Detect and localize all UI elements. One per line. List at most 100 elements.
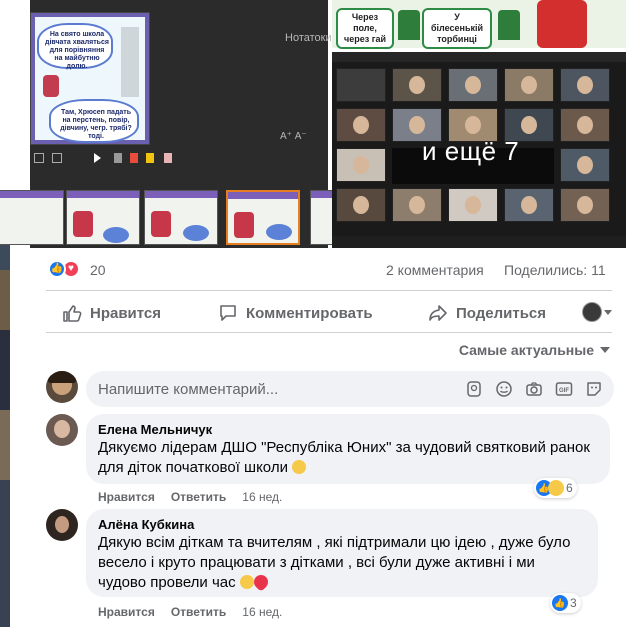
tree-icon: [398, 10, 420, 40]
like-reaction-icon: 👍: [552, 595, 568, 611]
shares-count-link[interactable]: Поделились: 11: [504, 262, 606, 278]
slide-tag-right: У білесенькій торбинці: [422, 8, 492, 49]
reactions-summary: 👍 ♥ 20 2 комментария Поделились: 11: [46, 258, 616, 282]
participant-tile: [504, 188, 554, 222]
participant-tile: [560, 108, 610, 142]
avatar: [582, 302, 602, 322]
post-as-selector[interactable]: [582, 302, 612, 322]
notes-label: Нотатоки: [285, 32, 332, 44]
slide-thumbnail[interactable]: [66, 190, 140, 245]
smiling-emoji-icon: [239, 575, 254, 589]
comment-item: Елена Мельничук Дякуємо лідерам ДШО "Рес…: [46, 414, 616, 506]
comment-meta: Нравится Ответить 16 нед.: [98, 605, 282, 619]
comment-reaction-count: 3: [570, 596, 577, 610]
tree-icon: [498, 10, 520, 40]
participant-tile: [504, 68, 554, 102]
birch-tree: [121, 27, 139, 97]
comment-text: Дякуємо лідерам ДШО "Республіка Юних" за…: [98, 439, 590, 476]
avatar[interactable]: [46, 509, 78, 541]
comment-like-link[interactable]: Нравится: [98, 605, 155, 619]
marker-icon[interactable]: [130, 153, 138, 163]
girl-figure: [43, 75, 59, 97]
caret-down-icon: [600, 347, 610, 353]
participant-tile: [336, 68, 386, 102]
comment-input-box[interactable]: GIF: [86, 371, 614, 407]
comment-text: Дякую всім діткам та вчителям , які підт…: [98, 534, 571, 592]
gif-icon[interactable]: GIF: [554, 379, 574, 399]
comment-reactions[interactable]: 👍 3: [550, 593, 581, 613]
avatar[interactable]: [46, 414, 78, 446]
slide-thumbnail[interactable]: [144, 190, 218, 245]
copy-icon[interactable]: [52, 153, 62, 163]
slide-text-cloud: Там, Хрюсеп падать на перстень, повір, д…: [60, 109, 132, 140]
share-button[interactable]: Поделиться: [428, 298, 546, 328]
slide-text-top: На свято школа дівчата хваляться для пор…: [45, 31, 109, 70]
pen-icon[interactable]: [114, 153, 122, 163]
participant-tile: [336, 188, 386, 222]
slide-thumbnails: [0, 185, 384, 248]
emoji-icon[interactable]: [494, 379, 514, 399]
comment-like-link[interactable]: Нравится: [98, 490, 155, 504]
participant-tile: [560, 148, 610, 182]
slide-cloud-bottom: Там, Хрюсеп падать на перстень, повір, д…: [49, 99, 139, 143]
comment-reply-link[interactable]: Ответить: [171, 605, 226, 619]
comment-timestamp[interactable]: 16 нед.: [242, 490, 282, 504]
composer-tools: GIF: [464, 379, 604, 399]
font-size-label: А⁺ А⁻: [280, 131, 307, 142]
participant-tile: [448, 188, 498, 222]
more-photos-label: и ещё 7: [422, 136, 520, 166]
comments-count-link[interactable]: 2 комментария: [386, 262, 484, 278]
like-button[interactable]: Нравится: [62, 298, 161, 328]
avatar-sticker-icon[interactable]: [464, 379, 484, 399]
comment-sort-dropdown[interactable]: Самые актуальные: [459, 342, 610, 358]
presentation-toolbar: [30, 150, 190, 168]
care-reaction-icon: [548, 480, 564, 496]
comment-bubble: Алёна Кубкина Дякую всім діткам та вчите…: [86, 509, 598, 597]
neighbor-photo-strip: [0, 230, 10, 627]
comment-icon: [220, 305, 236, 321]
divider: [46, 332, 612, 333]
participant-tile: [560, 68, 610, 102]
slide-preview: На свято школа дівчата хваляться для пор…: [30, 12, 150, 145]
participant-tile: [336, 148, 386, 182]
slide-thumbnail[interactable]: [0, 190, 64, 245]
post-media[interactable]: На свято школа дівчата хваляться для пор…: [0, 0, 626, 248]
comment-reply-link[interactable]: Ответить: [171, 490, 226, 504]
like-reaction-icon: 👍: [48, 260, 66, 278]
video-call-screenshot[interactable]: и ещё 7: [332, 52, 626, 248]
play-icon[interactable]: [94, 153, 101, 163]
comment-button[interactable]: Комментировать: [218, 298, 373, 328]
participant-tile: [392, 68, 442, 102]
rect-icon[interactable]: [34, 153, 44, 163]
thumbs-up-icon: [63, 305, 82, 322]
santa-figure: [537, 0, 587, 48]
share-icon: [429, 305, 447, 321]
comment-button-label: Комментировать: [246, 304, 373, 322]
post-actions: Нравится Комментировать Поделиться: [46, 296, 616, 330]
comment-reactions[interactable]: 👍 6: [534, 478, 577, 498]
participant-tile: [336, 108, 386, 142]
comment-author[interactable]: Алёна Кубкина: [98, 517, 586, 533]
slide-tag-left: Через поле, через гай: [336, 8, 394, 49]
sort-label: Самые актуальные: [458, 342, 594, 358]
highlighter-icon[interactable]: [146, 153, 154, 163]
share-button-label: Поделиться: [456, 304, 547, 322]
participant-tile: [392, 188, 442, 222]
holiday-slide-screenshot[interactable]: Через поле, через гай У білесенькій торб…: [332, 0, 626, 49]
sticker-icon[interactable]: [584, 379, 604, 399]
hugging-emoji-icon: [292, 460, 307, 474]
comment-composer: GIF: [46, 371, 616, 407]
comment-timestamp[interactable]: 16 нед.: [242, 605, 282, 619]
comment-input[interactable]: [98, 371, 458, 407]
slide-thumbnail-active[interactable]: [226, 190, 300, 245]
camera-icon[interactable]: [524, 379, 544, 399]
reaction-icons[interactable]: 👍 ♥: [48, 260, 88, 280]
eraser-icon[interactable]: [164, 153, 172, 163]
comment-meta: Нравится Ответить 16 нед.: [98, 490, 282, 504]
comment-author[interactable]: Елена Мельничук: [98, 422, 598, 438]
presentation-screenshot[interactable]: На свято школа дівчата хваляться для пор…: [0, 0, 384, 248]
avatar[interactable]: [46, 371, 78, 403]
reaction-count[interactable]: 20: [90, 262, 106, 278]
comment-bubble: Елена Мельничук Дякуємо лідерам ДШО "Рес…: [86, 414, 610, 484]
participant-tile: [448, 68, 498, 102]
